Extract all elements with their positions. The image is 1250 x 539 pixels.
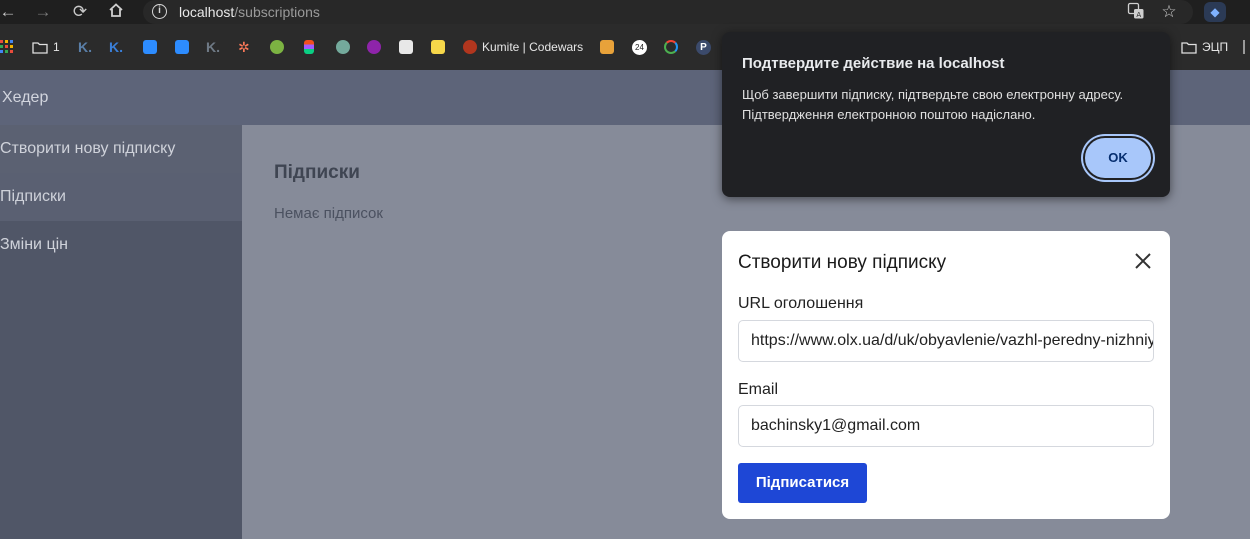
doc-bookmark-icon[interactable] (399, 39, 413, 55)
back-arrow-icon[interactable]: ← (0, 2, 18, 22)
chatgpt-icon[interactable] (336, 39, 350, 55)
shield-bookmark-icon[interactable] (367, 39, 381, 55)
email-field-label: Email (738, 381, 779, 398)
codewars-icon (463, 40, 477, 54)
empty-state-text: Немає підписок (274, 205, 383, 222)
k-bookmark-3-icon[interactable]: K. (206, 39, 220, 55)
bookmark-folder-ecp-label: ЭЦП (1202, 40, 1229, 54)
bookmark-star-icon[interactable]: ☆ (1159, 2, 1179, 22)
zoom-bookmark-icon[interactable] (143, 39, 157, 55)
sidebar: Створити нову підписку Підписки Зміни ці… (0, 125, 242, 539)
bookmark-kumite[interactable]: Kumite | Codewars (463, 39, 583, 55)
bookmark-folder-1[interactable]: 1 (32, 39, 60, 55)
bookmark-24[interactable]: 24 (632, 39, 647, 55)
site-info-icon[interactable]: i (152, 4, 167, 19)
home-icon[interactable] (106, 2, 126, 22)
image-bookmark-icon[interactable] (600, 39, 614, 55)
reload-icon[interactable]: ⟳ (70, 2, 90, 22)
folder-icon (1181, 41, 1197, 54)
dialog-message-line2: Підтвердження електронною поштою надісла… (742, 107, 1036, 122)
url-field-label: URL оголошення (738, 295, 864, 312)
bookmark-folder-1-label: 1 (53, 40, 60, 54)
email-input[interactable]: bachinsky1@gmail.com (738, 405, 1154, 447)
forward-arrow-icon[interactable]: → (33, 2, 53, 22)
close-icon[interactable] (1132, 250, 1154, 272)
url-input[interactable]: https://www.olx.ua/d/uk/obyavlenie/vazhl… (738, 320, 1154, 362)
confirm-dialog: Подтвердите действие на localhost Щоб за… (722, 32, 1170, 197)
create-subscription-modal: Створити нову підписку URL оголошення ht… (722, 231, 1170, 519)
dialog-message: Щоб завершити підписку, підтвердьте свою… (742, 85, 1152, 125)
yellow-bookmark-icon[interactable] (431, 39, 445, 55)
zoom-bookmark-2-icon[interactable] (175, 39, 189, 55)
folder-icon (32, 41, 48, 54)
modal-title: Створити нову підписку (738, 252, 947, 273)
browser-toolbar: ← → ⟳ i localhost/subscriptions A ☆ ◆ (0, 0, 1250, 24)
subscribe-button[interactable]: Підписатися (738, 463, 867, 503)
sidebar-item-price-changes[interactable]: Зміни цін (0, 221, 242, 269)
ok-button[interactable]: OK (1085, 138, 1151, 178)
bookmark-folder-ecp[interactable]: ЭЦП (1181, 39, 1228, 55)
dialog-title: Подтвердите действие на localhost (742, 55, 1005, 72)
header-title: Хедер (2, 89, 49, 106)
circle-bookmark-icon[interactable] (664, 39, 678, 55)
apps-grid-icon[interactable] (0, 39, 14, 55)
k-bookmark-2-icon[interactable]: K. (109, 39, 123, 55)
figma-icon[interactable] (304, 39, 314, 55)
url-host: localhost (179, 4, 235, 20)
svg-text:A: A (1136, 11, 1141, 19)
bookmark-kumite-label: Kumite | Codewars (482, 40, 584, 54)
k-bookmark-icon[interactable]: K. (78, 39, 92, 55)
url-text[interactable]: localhost/subscriptions (179, 4, 320, 20)
profile-icon[interactable]: ◆ (1204, 2, 1226, 22)
translate-icon[interactable]: A (1126, 2, 1146, 22)
page-title: Підписки (274, 162, 360, 183)
dialog-message-line1: Щоб завершити підписку, підтвердьте свою… (742, 87, 1124, 102)
sidebar-item-subscriptions[interactable]: Підписки (0, 173, 242, 221)
p-bookmark-icon[interactable]: P (696, 39, 711, 55)
people-bookmark-icon[interactable] (270, 39, 284, 55)
counter-24-icon: 24 (632, 39, 647, 55)
url-path: /subscriptions (234, 4, 320, 20)
hubspot-icon[interactable]: ✲ (238, 39, 250, 55)
sidebar-item-create-subscription[interactable]: Створити нову підписку (0, 125, 242, 173)
bookmarks-divider (1243, 40, 1245, 54)
